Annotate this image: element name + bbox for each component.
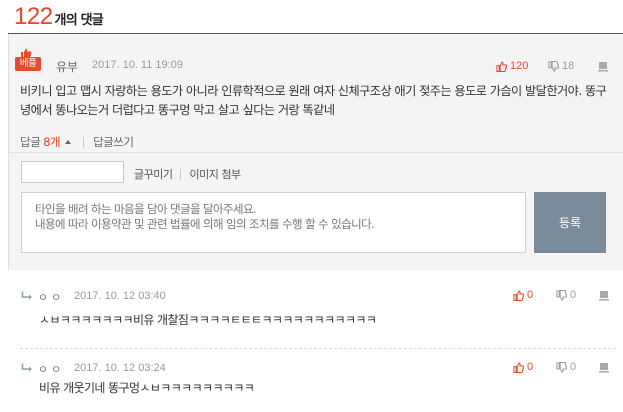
report-flag-icon[interactable] (597, 61, 609, 73)
like-button[interactable]: 0 (513, 361, 533, 373)
like-count: 0 (527, 289, 534, 301)
nickname-input[interactable] (21, 161, 124, 183)
reply-divider (20, 348, 616, 349)
reply-date: 2017. 10. 12 03:24 (74, 362, 166, 374)
comment-date: 2017. 10. 11 19:09 (92, 59, 183, 71)
comments-header: 122 개의 댓글 (14, 0, 104, 34)
dislike-count: 18 (562, 60, 575, 72)
text-decorate-button[interactable]: 글꾸미기 (134, 166, 173, 182)
like-button[interactable]: 120 (496, 60, 528, 72)
reply-label[interactable]: 답글 (20, 134, 41, 150)
divider (83, 136, 85, 148)
reply-date: 2017. 10. 12 03:40 (74, 290, 166, 302)
write-reply-link[interactable]: 답글쓰기 (93, 134, 134, 150)
reply-toggle-bar: 답글 8개 답글쓰기 (20, 134, 134, 150)
thumbs-up-icon (496, 60, 507, 72)
collapse-caret-icon[interactable] (65, 140, 72, 144)
report-flag-icon[interactable] (598, 290, 610, 302)
thumbs-down-icon (556, 289, 567, 301)
reply-count[interactable]: 8개 (43, 134, 60, 150)
editor-tools: 글꾸미기 이미지 첨부 (134, 166, 241, 182)
thumbs-down-icon (556, 361, 567, 373)
attach-image-button[interactable]: 이미지 첨부 (189, 166, 241, 182)
thumbs-down-icon (548, 60, 559, 72)
submit-button[interactable]: 등록 (534, 192, 606, 253)
report-flag-icon[interactable] (598, 362, 610, 374)
best-badge-label: 베플 (15, 57, 41, 71)
comment-count: 122 (14, 3, 53, 30)
divider (180, 168, 182, 180)
dislike-button[interactable]: 0 (556, 361, 576, 373)
reply-arrow-icon (21, 291, 32, 300)
section-divider (8, 152, 623, 153)
thumbs-up-icon (513, 361, 524, 373)
dislike-count: 0 (570, 289, 577, 301)
placeholder-line: 내용에 따라 이용약관 및 관련 법률에 의해 임의 조치를 수행 할 수 있습… (35, 217, 375, 231)
dislike-count: 0 (570, 361, 577, 373)
reply-body: 비유 개웃기네 똥구멍ㅅㅂㅋㅋㅋㅋㅋㅋㅋㅋㅋ (39, 381, 255, 395)
like-count: 120 (510, 60, 529, 72)
reply-author[interactable]: ㅇㅇ (38, 289, 64, 305)
best-comment-badge: 베플 (15, 48, 41, 72)
dislike-button[interactable]: 18 (548, 60, 574, 72)
placeholder-line: 타인을 배려 하는 마음을 담아 댓글을 달아주세요. (35, 202, 257, 216)
reply-arrow-icon (21, 363, 32, 372)
comment-body: 비키니 입고 맵시 자랑하는 용도가 아니라 인류학적으로 원래 여자 신체구조… (20, 84, 607, 117)
comment-author[interactable]: 유부 (56, 58, 78, 75)
reply-body: ㅅㅂㅋㅋㅋㅋㅋㅋㅋ비유 개찰짐ㅋㅋㅋㅋㅌㅌㅌㅋㅋㅋㅋㅋㅋㅋㅋㅋㅋㅋ (39, 313, 377, 327)
dislike-button[interactable]: 0 (556, 289, 576, 301)
reply-author[interactable]: ㅇㅇ (38, 361, 64, 377)
like-count: 0 (527, 361, 534, 373)
comment-count-label: 개의 댓글 (54, 13, 104, 28)
like-button[interactable]: 0 (513, 289, 533, 301)
thumbs-up-icon (513, 289, 524, 301)
comment-textarea[interactable]: 타인을 배려 하는 마음을 담아 댓글을 달아주세요. 내용에 따라 이용약관 … (21, 192, 526, 253)
